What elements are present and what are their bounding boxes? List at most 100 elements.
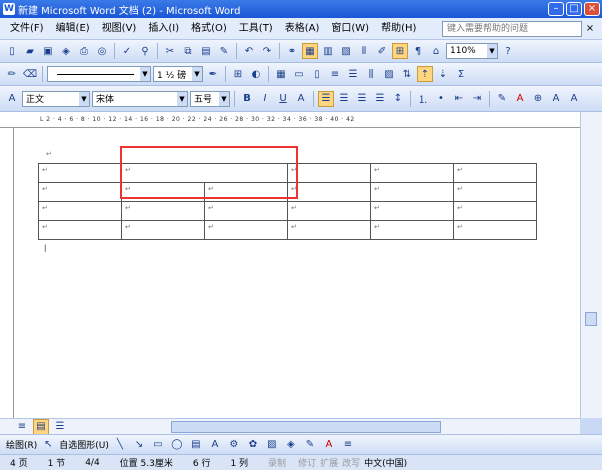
line-spacing-icon[interactable]: ↕	[390, 91, 406, 107]
horizontal-scroll-thumb[interactable]	[171, 420, 441, 433]
table-cell[interactable]: ↵	[38, 163, 122, 183]
status-rec[interactable]: 录制	[258, 456, 296, 469]
close-button[interactable]: ×	[584, 2, 600, 16]
text-direction-icon[interactable]: ⇅	[399, 66, 415, 82]
table-cell[interactable]: ↵	[204, 201, 288, 221]
shrink-font-icon[interactable]: A	[566, 91, 582, 107]
increase-indent-icon[interactable]: ⇥	[469, 91, 485, 107]
drawbar-font-color-icon[interactable]: A	[321, 437, 337, 453]
table-cell[interactable]: ↵	[287, 163, 371, 183]
menu-tools[interactable]: 工具(T)	[233, 19, 279, 39]
border-color-icon[interactable]: ✒	[205, 66, 221, 82]
style-select[interactable]: 正文 ▼	[22, 90, 90, 107]
doc-close-icon[interactable]: ×	[582, 23, 598, 34]
drawing-icon[interactable]: ✐	[374, 43, 390, 59]
bold-button[interactable]: B	[239, 91, 255, 107]
picture-icon[interactable]: ▨	[264, 437, 280, 453]
insert-table-icon[interactable]: ▥	[320, 43, 336, 59]
distribute-rows-icon[interactable]: ☰	[345, 66, 361, 82]
table-cell[interactable]: ↵	[38, 220, 122, 240]
select-pointer-icon[interactable]: ↖	[40, 437, 56, 453]
table-cell[interactable]: ↵	[370, 201, 454, 221]
line-weight-select[interactable]: 1 ½ 磅 ▼	[153, 66, 203, 82]
table-cell[interactable]: ↵	[287, 201, 371, 221]
align-icon[interactable]: ≡	[327, 66, 343, 82]
table-cell[interactable]: ↵	[38, 201, 122, 221]
sort-desc-icon[interactable]: ⇣	[435, 66, 451, 82]
hyperlink-icon[interactable]: ⚭	[284, 43, 300, 59]
size-select[interactable]: 五号 ▼	[190, 90, 230, 107]
document-table[interactable]: ↵ ↵ ↵ ↵ ↵ ↵ ↵ ↵ ↵ ↵ ↵ ↵ ↵ ↵ ↵ ↵ ↵ ↵ ↵ ↵ …	[38, 163, 537, 240]
draw-menu[interactable]: 绘图(R)	[6, 438, 37, 451]
vertical-ruler[interactable]	[0, 128, 14, 418]
menu-edit[interactable]: 编辑(E)	[50, 19, 96, 39]
help-search-input[interactable]: 键入需要帮助的问题	[442, 20, 582, 37]
table-cell[interactable]: ↵	[370, 163, 454, 183]
font-color-button[interactable]: A	[512, 91, 528, 107]
line-style-icon[interactable]: ≡	[340, 437, 356, 453]
copy-icon[interactable]: ⧉	[180, 43, 196, 59]
table-cell[interactable]: ↵	[287, 182, 371, 202]
table-cell[interactable]: ↵	[287, 220, 371, 240]
numbering-icon[interactable]: ⒈	[415, 91, 431, 107]
merge-cells-icon[interactable]: ▭	[291, 66, 307, 82]
permission-icon[interactable]: ◈	[58, 43, 74, 59]
table-cell[interactable]: ↵	[370, 182, 454, 202]
fill-color-icon[interactable]: ◈	[283, 437, 299, 453]
align-right-icon[interactable]: ☰	[354, 91, 370, 107]
vertical-scrollbar[interactable]	[580, 112, 602, 418]
table-cell-merged[interactable]: ↵	[121, 163, 288, 183]
horizontal-ruler[interactable]: L 2 · 4 · 6 · 8 · 10 · 12 · 14 · 16 · 18…	[0, 112, 602, 128]
maximize-button[interactable]: □	[566, 2, 582, 16]
shading-color-icon[interactable]: ◐	[248, 66, 264, 82]
table-cell[interactable]: ↵	[121, 182, 205, 202]
table-cell[interactable]: ↵	[453, 182, 537, 202]
table-cell[interactable]: ↵	[370, 220, 454, 240]
reading-icon[interactable]: ⌂	[428, 43, 444, 59]
table-cell[interactable]: ↵	[204, 182, 288, 202]
rectangle-tool-icon[interactable]: ▭	[150, 437, 166, 453]
grow-font-icon[interactable]: A	[548, 91, 564, 107]
cut-icon[interactable]: ✂	[162, 43, 178, 59]
status-ext[interactable]: 扩展	[318, 456, 340, 469]
line-style-select[interactable]: ▼	[47, 66, 151, 82]
menu-view[interactable]: 视图(V)	[96, 19, 143, 39]
print-layout-icon[interactable]: ▤	[33, 418, 49, 435]
char-border-button[interactable]: A	[293, 91, 309, 107]
menu-insert[interactable]: 插入(I)	[142, 19, 185, 39]
undo-icon[interactable]: ↶	[241, 43, 257, 59]
bullets-icon[interactable]: •	[433, 91, 449, 107]
decrease-indent-icon[interactable]: ⇤	[451, 91, 467, 107]
autoshapes-menu[interactable]: 自选图形(U)	[59, 438, 109, 451]
table-cell[interactable]: ↵	[453, 201, 537, 221]
menu-table[interactable]: 表格(A)	[279, 19, 326, 39]
split-cells-icon[interactable]: ▯	[309, 66, 325, 82]
align-center-icon[interactable]: ☰	[336, 91, 352, 107]
wordart-icon[interactable]: A	[207, 437, 223, 453]
align-left-icon[interactable]: ☰	[318, 90, 334, 107]
line-color-icon[interactable]: ✎	[302, 437, 318, 453]
oval-tool-icon[interactable]: ◯	[169, 437, 185, 453]
sort-asc-icon[interactable]: ⇡	[417, 66, 433, 82]
menu-file[interactable]: 文件(F)	[4, 19, 50, 39]
table-cell[interactable]: ↵	[453, 220, 537, 240]
table-cell[interactable]: ↵	[121, 220, 205, 240]
menu-help[interactable]: 帮助(H)	[375, 19, 422, 39]
menu-window[interactable]: 窗口(W)	[325, 19, 375, 39]
justify-icon[interactable]: ☰	[372, 91, 388, 107]
diagram-icon[interactable]: ⚙	[226, 437, 242, 453]
scroll-thumb[interactable]	[585, 312, 597, 326]
font-select[interactable]: 宋体 ▼	[92, 90, 188, 107]
outside-border-icon[interactable]: ⊞	[230, 66, 246, 82]
spelling-icon[interactable]: ✓	[119, 43, 135, 59]
table-autoformat-icon[interactable]: ▨	[381, 66, 397, 82]
outline-view-icon[interactable]: ☰	[52, 419, 68, 435]
redo-icon[interactable]: ↷	[259, 43, 275, 59]
menu-format[interactable]: 格式(O)	[185, 19, 233, 39]
zoom-select[interactable]: 110% ▼	[446, 43, 498, 59]
table-cell[interactable]: ↵	[38, 182, 122, 202]
highlight-icon[interactable]: ✎	[494, 91, 510, 107]
table-cell[interactable]: ↵	[121, 201, 205, 221]
paste-icon[interactable]: ▤	[198, 43, 214, 59]
draw-table-icon[interactable]: ✏	[4, 66, 20, 82]
